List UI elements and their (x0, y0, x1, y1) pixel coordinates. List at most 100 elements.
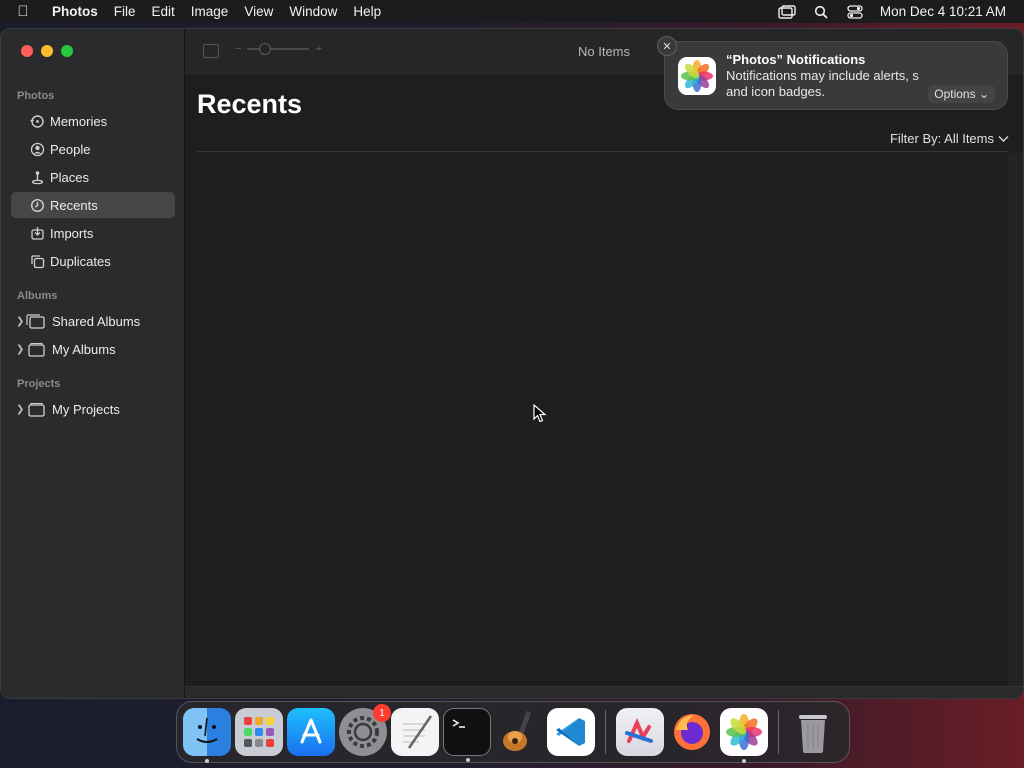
photos-window: Photos Memories People Places Recents Im… (0, 28, 1024, 699)
people-icon (29, 141, 45, 157)
scrollbar[interactable] (1009, 153, 1023, 686)
close-window-button[interactable] (21, 45, 33, 57)
sidebar-item-label: My Albums (52, 341, 116, 357)
dock-finder[interactable] (183, 708, 231, 763)
places-icon (29, 169, 45, 185)
menu-window[interactable]: Window (281, 4, 345, 19)
dock: 1 (176, 701, 850, 763)
chevron-down-icon: ⌄ (978, 87, 989, 101)
filter-dropdown[interactable]: Filter By: All Items (890, 131, 1009, 146)
terminal-icon (452, 719, 465, 728)
folder-icon (25, 341, 47, 357)
app-icon (625, 718, 653, 743)
dock-app[interactable] (616, 708, 664, 756)
dock-garageband[interactable] (495, 708, 543, 756)
chevron-down-icon (998, 135, 1009, 142)
notification-title: “Photos” Notifications (726, 52, 866, 67)
menu-bar-clock[interactable]: Mon Dec 4 10:21 AM (880, 4, 1006, 19)
memories-icon (29, 113, 45, 129)
zoom-slider-knob[interactable] (259, 43, 272, 55)
notification-options-button[interactable]: Options ⌄ (928, 85, 995, 103)
window-bottom-bar (185, 686, 1023, 698)
launchpad-icon (244, 717, 274, 747)
chevron-right-icon[interactable]: ❯ (16, 344, 24, 355)
menu-help[interactable]: Help (345, 4, 389, 19)
sidebar-item-label: My Projects (52, 401, 120, 417)
sidebar-item-label: Places (50, 169, 90, 185)
shared-albums-icon (25, 313, 47, 329)
slideshow-frame-icon[interactable] (203, 44, 219, 58)
folder-icon (25, 401, 47, 417)
app-store-icon (300, 718, 322, 744)
notification-body-line: and icon badges. (726, 84, 826, 99)
control-center-icon[interactable] (846, 4, 864, 19)
dock-photos[interactable] (720, 708, 768, 763)
duplicates-icon (29, 253, 45, 269)
sidebar-item-duplicates[interactable]: Duplicates (11, 248, 175, 274)
dock-vscode[interactable] (547, 708, 595, 756)
window-controls (21, 45, 73, 57)
sidebar-item-my-projects[interactable]: ❯ My Projects (11, 396, 175, 422)
minimize-window-button[interactable] (41, 45, 53, 57)
sidebar-item-my-albums[interactable]: ❯ My Albums (11, 336, 175, 362)
textedit-icon (403, 715, 433, 749)
sidebar-item-places[interactable]: Places (11, 164, 175, 190)
content-divider (197, 151, 1009, 152)
dock-system-settings[interactable]: 1 (339, 704, 391, 756)
sidebar-item-memories[interactable]: Memories (11, 108, 175, 134)
zoom-in-icon[interactable]: + (315, 43, 321, 55)
sidebar-section-projects: Projects (17, 378, 61, 390)
menu-edit[interactable]: Edit (144, 4, 183, 19)
notification-close-button[interactable]: ✕ (657, 36, 677, 56)
dock-trash[interactable] (789, 708, 837, 756)
dock-textedit[interactable] (391, 708, 439, 756)
sidebar-item-label: Memories (50, 113, 108, 129)
notification-body: Notifications may include alerts, s and … (726, 68, 936, 100)
zoom-slider[interactable]: − + (235, 43, 322, 55)
notification-badge: 1 (373, 704, 391, 722)
menu-app-photos[interactable]: Photos (46, 4, 106, 19)
sidebar-item-label: Recents (50, 197, 98, 213)
menu-file[interactable]: File (106, 4, 144, 19)
menu-view[interactable]: View (236, 4, 281, 19)
dock-app-store[interactable] (287, 708, 335, 756)
notification-banner[interactable]: “Photos” Notifications Notifications may… (664, 41, 1008, 110)
running-indicator (466, 758, 470, 762)
firefox-icon (674, 714, 710, 750)
dock-launchpad[interactable] (235, 708, 283, 756)
spotlight-search-icon[interactable] (812, 5, 830, 19)
sidebar-item-label: Duplicates (50, 253, 111, 269)
screen-mirroring-icon[interactable] (778, 4, 796, 19)
vscode-icon (556, 718, 585, 746)
sidebar-item-label: Shared Albums (52, 313, 141, 329)
zoom-window-button[interactable] (61, 45, 73, 57)
menu-image[interactable]: Image (183, 4, 237, 19)
main-content: − + No Items Recents Filter By: All Item… (185, 29, 1023, 698)
zoom-out-icon[interactable]: − (235, 43, 241, 55)
zoom-slider-track[interactable] (247, 43, 310, 55)
menu-bar:  Photos File Edit Image View Window Hel… (0, 0, 1024, 23)
dock-terminal[interactable] (443, 708, 491, 762)
dock-firefox[interactable] (668, 708, 716, 756)
recents-icon (29, 197, 45, 213)
notification-body-line: Notifications may include alerts, s (726, 68, 919, 83)
trash-icon (799, 715, 827, 753)
filter-label: Filter By: All Items (889, 131, 994, 146)
sidebar: Photos Memories People Places Recents Im… (1, 29, 185, 698)
chevron-right-icon[interactable]: ❯ (16, 404, 24, 415)
dock-separator (605, 710, 606, 754)
mouse-pointer-icon (533, 404, 547, 423)
garageband-icon (503, 710, 532, 751)
sidebar-item-recents[interactable]: Recents (11, 192, 175, 218)
sidebar-section-albums: Albums (17, 290, 58, 302)
photos-app-icon (678, 57, 716, 95)
sidebar-item-shared-albums[interactable]: ❯ Shared Albums (11, 308, 175, 334)
dock-separator (778, 710, 779, 754)
chevron-right-icon[interactable]: ❯ (16, 316, 24, 327)
sidebar-item-imports[interactable]: Imports (11, 220, 175, 246)
running-indicator (205, 759, 209, 763)
apple-menu-icon[interactable]:  (0, 3, 46, 20)
sidebar-item-people[interactable]: People (11, 136, 175, 162)
notification-options-label: Options (934, 87, 976, 101)
page-title: Recents (197, 89, 303, 119)
